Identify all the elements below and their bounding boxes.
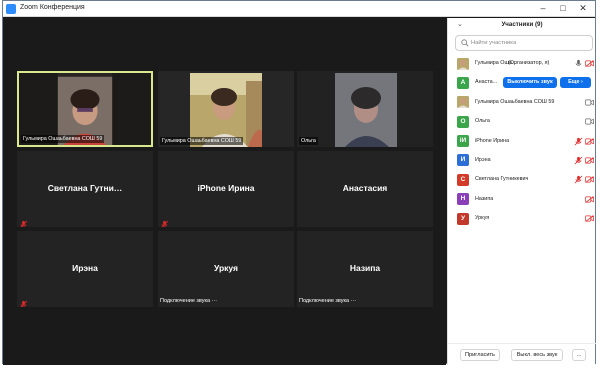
video-tile[interactable]: Назипа Подключение звука ⋯ [297, 231, 433, 307]
tile-name: Гульмира Ошаьбаевна СОШ 59 [160, 137, 244, 145]
more-button[interactable]: ... [572, 349, 586, 361]
video-on-icon[interactable] [585, 118, 594, 125]
tile-display-name: Уркуя [214, 263, 238, 273]
connecting-audio-status: Подключение звука ⋯ [299, 298, 357, 304]
video-off-icon[interactable] [585, 195, 594, 203]
more-options-button[interactable]: Еще › [560, 77, 591, 89]
video-tile[interactable]: Ольга [297, 71, 433, 147]
maximize-button[interactable]: □ [554, 2, 572, 15]
participants-title: Участники (9) [501, 21, 543, 28]
avatar: iИ [457, 135, 469, 148]
tile-name: Гульмира Ошаьбаевна СОШ 59 [21, 135, 105, 143]
participant-video [158, 71, 294, 147]
video-tile[interactable]: Гульмира Ошаьбаевна СОШ 59 [158, 71, 294, 147]
avatar: О [457, 115, 469, 128]
tile-display-name: Светлана Гутни… [47, 183, 123, 193]
video-off-icon[interactable] [585, 60, 594, 67]
participant-row[interactable]: А Анаста... Выключить звук Еще › [448, 73, 596, 92]
search-icon [461, 39, 469, 47]
participant-row[interactable]: Гульмира Оша... (Организатор, я) [448, 54, 596, 73]
gallery-view: Гульмира Ошаьбаевна СОШ 59 Гульмира Ошаь… [3, 18, 446, 365]
video-tile[interactable]: Светлана Гутни… [17, 151, 153, 227]
video-on-icon[interactable] [585, 99, 594, 106]
participant-name: Светлана Гутникевич [475, 176, 529, 183]
tile-display-name: Назипа [349, 263, 381, 273]
participant-name: Уркуя [475, 215, 490, 222]
participant-row[interactable]: iИ iPhone Ирина [448, 132, 596, 151]
participants-panel: ⌄ Участники (9) Гульмира Оша... (Организ… [447, 18, 596, 365]
window-title: Zoom Конференция [20, 4, 85, 11]
tile-display-name: Анастасия [342, 183, 388, 193]
participant-row[interactable]: С Светлана Гутникевич [448, 170, 596, 189]
participant-name: Гульмира Ошаьбаевна СОШ 59 [475, 98, 555, 105]
muted-mic-icon [19, 216, 28, 227]
avatar: Н [457, 193, 469, 206]
video-off-icon[interactable] [585, 176, 594, 184]
participant-role: (Организатор, я) [508, 60, 550, 66]
participant-name: iPhone Ирина [475, 137, 510, 144]
muted-mic-icon[interactable] [574, 137, 583, 146]
tile-name: Ольга [299, 137, 318, 145]
avatar [457, 57, 469, 70]
muted-mic-icon[interactable] [574, 156, 583, 165]
video-tile[interactable]: Ирэна [17, 231, 153, 307]
invite-button[interactable]: Пригласить [460, 349, 500, 361]
avatar: У [457, 212, 469, 225]
video-tile[interactable]: Анастасия [297, 151, 433, 227]
participant-name: Назипа [475, 195, 494, 202]
muted-mic-icon [160, 216, 169, 227]
avatar: А [457, 76, 469, 89]
participant-row[interactable]: И Ирэна [448, 151, 596, 170]
connecting-audio-status: Подключение звука ⋯ [160, 298, 218, 304]
avatar [457, 96, 469, 109]
tile-display-name: iPhone Ирина [197, 183, 255, 193]
mute-all-button[interactable]: Выкл. весь звук [511, 349, 563, 361]
zoom-window: Zoom Конференция – □ ✕ Гульмира Ошаьбаев… [2, 0, 596, 365]
participant-row[interactable]: О Ольга [448, 112, 596, 131]
avatar: И [457, 154, 469, 167]
participant-row[interactable]: У Уркуя [448, 209, 596, 228]
chevron-down-icon[interactable]: ⌄ [457, 20, 463, 28]
participant-name: Анаста... [475, 79, 498, 86]
zoom-app-icon [6, 4, 16, 14]
video-tile[interactable]: iPhone Ирина [158, 151, 294, 227]
participant-list: Гульмира Оша... (Организатор, я) А Анаст… [448, 54, 596, 229]
close-button[interactable]: ✕ [574, 2, 592, 15]
panel-footer: Пригласить Выкл. весь звук ... [448, 343, 596, 365]
mute-participant-button[interactable]: Выключить звук [503, 77, 557, 89]
participant-search[interactable] [455, 35, 593, 51]
video-off-icon[interactable] [585, 137, 594, 145]
video-tile[interactable]: Гульмира Ошаьбаевна СОШ 59 [17, 71, 153, 147]
participant-name: Ирэна [475, 156, 491, 163]
video-off-icon[interactable] [585, 215, 594, 222]
minimize-button[interactable]: – [534, 2, 552, 15]
mic-icon[interactable] [574, 59, 583, 68]
video-off-icon[interactable] [585, 157, 594, 164]
avatar: С [457, 173, 469, 186]
participant-name: Ольга [475, 118, 490, 125]
panel-header: ⌄ Участники (9) [448, 18, 596, 32]
muted-mic-icon[interactable] [574, 175, 583, 184]
search-input[interactable] [471, 40, 591, 46]
video-tile[interactable]: Уркуя Подключение звука ⋯ [158, 231, 294, 307]
participant-video [297, 71, 433, 147]
participant-row[interactable]: Гульмира Ошаьбаевна СОШ 59 [448, 93, 596, 112]
participant-row[interactable]: Н Назипа [448, 190, 596, 209]
muted-mic-icon [19, 296, 28, 307]
tile-display-name: Ирэна [72, 263, 98, 273]
title-bar: Zoom Конференция – □ ✕ [3, 1, 595, 17]
